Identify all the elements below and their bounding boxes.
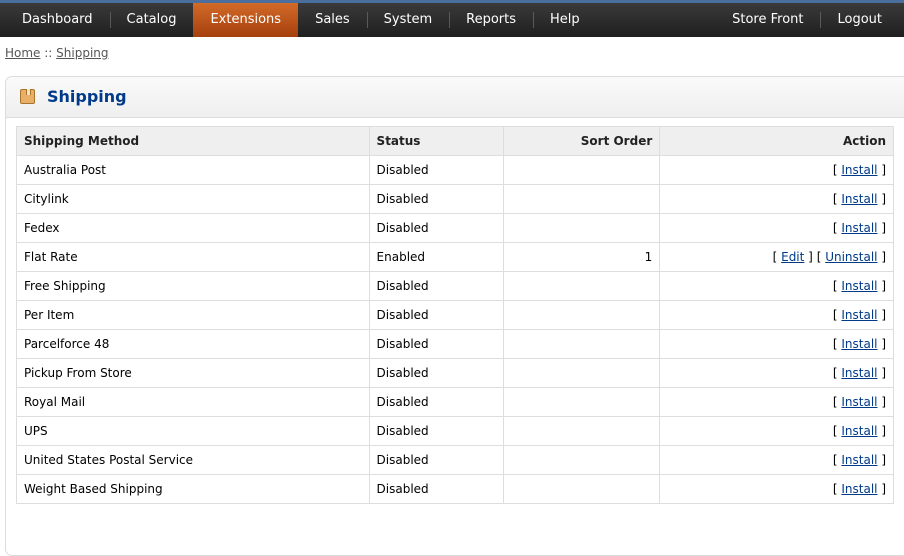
shipping-method-name: Free Shipping: [16, 271, 370, 301]
breadcrumb-current-link[interactable]: Shipping: [56, 46, 108, 60]
account-menu: Store Front Logout: [715, 3, 899, 37]
nav-item-catalog[interactable]: Catalog: [109, 3, 194, 37]
shipping-method-actions: [ Install ]: [659, 184, 894, 214]
shipping-method-name: Flat Rate: [16, 242, 370, 272]
install-link[interactable]: Install: [841, 337, 877, 351]
shipping-method-sort-order: [503, 300, 661, 330]
shipping-method-status: Disabled: [368, 387, 505, 417]
shipping-method-name: Citylink: [16, 184, 370, 214]
table-row: Free Shipping Disabled [ Install ]: [16, 271, 894, 301]
shipping-method-actions: [ Install ]: [659, 416, 894, 446]
shipping-method-name: Per Item: [16, 300, 370, 330]
shipping-method-status: Disabled: [368, 213, 505, 243]
shipping-method-actions: [ Install ]: [659, 213, 894, 243]
shipping-method-sort-order: [503, 445, 661, 475]
shipping-methods-table: Shipping Method Status Sort Order Action…: [16, 126, 894, 504]
shipping-method-actions: [ Install ]: [659, 329, 894, 359]
shipping-method-actions: [ Install ]: [659, 271, 894, 301]
shipping-method-name: Royal Mail: [16, 387, 370, 417]
shipping-method-status: Disabled: [368, 300, 505, 330]
table-row: Fedex Disabled [ Install ]: [16, 213, 894, 243]
column-header-status[interactable]: Status: [368, 126, 505, 156]
shipping-method-status: Disabled: [368, 416, 505, 446]
shipping-method-name: Fedex: [16, 213, 370, 243]
shipping-method-status: Enabled: [368, 242, 505, 272]
install-link[interactable]: Install: [841, 366, 877, 380]
nav-item-store-front[interactable]: Store Front: [715, 3, 820, 37]
table-row: Pickup From Store Disabled [ Install ]: [16, 358, 894, 388]
shipping-method-status: Disabled: [368, 329, 505, 359]
install-link[interactable]: Install: [841, 395, 877, 409]
shipping-method-actions: [ Install ]: [659, 387, 894, 417]
shipping-method-status: Disabled: [368, 155, 505, 185]
box-icon: [20, 89, 35, 104]
panel-heading: Shipping: [6, 77, 904, 118]
install-link[interactable]: Install: [841, 308, 877, 322]
table-row: Parcelforce 48 Disabled [ Install ]: [16, 329, 894, 359]
shipping-method-name: United States Postal Service: [16, 445, 370, 475]
shipping-method-status: Disabled: [368, 184, 505, 214]
shipping-method-status: Disabled: [368, 358, 505, 388]
shipping-method-actions: [ Install ]: [659, 474, 894, 504]
shipping-method-sort-order: [503, 329, 661, 359]
breadcrumb-separator: ::: [40, 46, 57, 60]
uninstall-link[interactable]: Uninstall: [825, 250, 877, 264]
column-header-sort-order[interactable]: Sort Order: [503, 126, 661, 156]
install-link[interactable]: Install: [841, 163, 877, 177]
shipping-method-name: UPS: [16, 416, 370, 446]
shipping-method-actions: [ Edit ] [ Uninstall ]: [659, 242, 894, 272]
nav-item-reports[interactable]: Reports: [449, 3, 533, 37]
nav-item-extensions[interactable]: Extensions: [193, 3, 299, 37]
table-row: Per Item Disabled [ Install ]: [16, 300, 894, 330]
install-link[interactable]: Install: [841, 482, 877, 496]
shipping-method-actions: [ Install ]: [659, 358, 894, 388]
shipping-method-sort-order: [503, 271, 661, 301]
shipping-method-sort-order: [503, 184, 661, 214]
shipping-method-actions: [ Install ]: [659, 445, 894, 475]
table-row: Flat Rate Enabled 1[ Edit ] [ Uninstall ]: [16, 242, 894, 272]
shipping-panel: Shipping Shipping Method Status Sort Ord…: [5, 76, 904, 556]
shipping-method-sort-order: [503, 358, 661, 388]
table-row: UPS Disabled [ Install ]: [16, 416, 894, 446]
nav-item-dashboard[interactable]: Dashboard: [5, 3, 110, 37]
shipping-method-sort-order: [503, 387, 661, 417]
shipping-method-sort-order: 1: [503, 242, 661, 272]
column-header-method[interactable]: Shipping Method: [16, 126, 370, 156]
install-link[interactable]: Install: [841, 424, 877, 438]
shipping-method-status: Disabled: [368, 445, 505, 475]
shipping-method-status: Disabled: [368, 474, 505, 504]
nav-item-system[interactable]: System: [366, 3, 449, 37]
shipping-method-sort-order: [503, 474, 661, 504]
shipping-method-status: Disabled: [368, 271, 505, 301]
breadcrumb-home-link[interactable]: Home: [5, 46, 40, 60]
shipping-method-sort-order: [503, 213, 661, 243]
nav-item-sales[interactable]: Sales: [298, 3, 367, 37]
table-header-row: Shipping Method Status Sort Order Action: [16, 126, 894, 156]
install-link[interactable]: Install: [841, 192, 877, 206]
shipping-method-name: Australia Post: [16, 155, 370, 185]
top-navigation-bar: Dashboard Catalog Extensions Sales System Rep…: [0, 0, 904, 37]
nav-item-help[interactable]: Help: [533, 3, 597, 37]
edit-link[interactable]: Edit: [781, 250, 804, 264]
shipping-method-name: Parcelforce 48: [16, 329, 370, 359]
install-link[interactable]: Install: [841, 453, 877, 467]
shipping-method-actions: [ Install ]: [659, 300, 894, 330]
table-row: United States Postal Service Disabled [ In…: [16, 445, 894, 475]
table-row: Citylink Disabled [ Install ]: [16, 184, 894, 214]
column-header-action: Action: [659, 126, 894, 156]
shipping-method-actions: [ Install ]: [659, 155, 894, 185]
breadcrumb: Home :: Shipping: [5, 46, 109, 60]
shipping-method-name: Weight Based Shipping: [16, 474, 370, 504]
table-row: Royal Mail Disabled [ Install ]: [16, 387, 894, 417]
install-link[interactable]: Install: [841, 221, 877, 235]
shipping-method-sort-order: [503, 416, 661, 446]
main-menu: Dashboard Catalog Extensions Sales System Rep…: [5, 3, 597, 37]
shipping-method-name: Pickup From Store: [16, 358, 370, 388]
install-link[interactable]: Install: [841, 279, 877, 293]
page-title: Shipping: [47, 87, 127, 106]
table-row: Weight Based Shipping Disabled [ Install ]: [16, 474, 894, 504]
shipping-method-sort-order: [503, 155, 661, 185]
table-row: Australia Post Disabled [ Install ]: [16, 155, 894, 185]
nav-item-logout[interactable]: Logout: [820, 3, 899, 37]
